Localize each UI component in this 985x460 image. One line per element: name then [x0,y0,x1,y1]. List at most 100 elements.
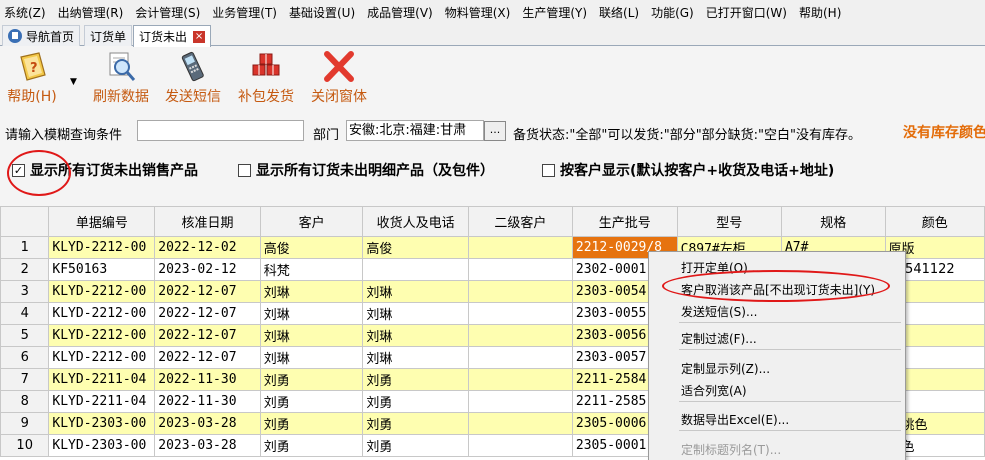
menu-open-windows[interactable]: 已打开窗口(W) [706,4,787,21]
table-cell[interactable]: 刘勇 [362,390,469,413]
context-menu: 打开定单(O)... 客户取消该产品[不出现订货未出](Y) 发送短信(S)..… [648,251,906,460]
table-cell[interactable]: 刘琳 [259,280,364,303]
by-customer-checkbox[interactable]: 按客户显示(默认按客户+收货及电话+地址) [542,160,834,180]
no-stock-color-text: 没有库存颜色 [903,125,985,141]
show-all-detail-checkbox[interactable]: 显示所有订货未出明细产品（及包件） [238,160,494,180]
table-cell[interactable] [467,302,573,325]
table-cell[interactable]: 2023-03-28 [154,412,261,435]
table-cell[interactable]: 刘琳 [259,346,364,369]
col-header[interactable]: 单据编号 [48,206,156,237]
table-cell[interactable]: 2023-02-12 [154,258,261,281]
table-cell[interactable] [467,434,573,457]
col-header[interactable]: 收货人及电话 [362,206,469,237]
close-tab-icon[interactable]: × [193,30,206,43]
table-cell[interactable] [467,280,573,303]
table-cell[interactable]: 刘勇 [259,390,364,413]
col-header[interactable]: 规格 [780,206,886,237]
table-cell[interactable] [467,258,573,281]
menu-cashier[interactable]: 出纳管理(R) [58,4,124,21]
send-sms-button[interactable]: 发送短信 [160,51,226,106]
col-header[interactable]: 型号 [676,206,782,237]
table-cell[interactable]: 2022-12-07 [154,280,261,303]
checkbox-box[interactable]: ✓ [12,163,25,177]
tab-home[interactable]: 导航首页 [2,25,81,46]
table-cell[interactable] [467,368,573,391]
table-cell[interactable]: KLYD-2212-00 [48,324,156,347]
table-cell[interactable]: 刘琳 [362,302,469,325]
table-cell[interactable]: KLYD-2212-00 [48,280,156,303]
ctx-customer-cancel-product[interactable]: 客户取消该产品[不出现订货未出](Y) [681,281,875,298]
col-header[interactable]: 二级客户 [467,206,573,237]
table-cell[interactable]: 刘勇 [362,434,469,457]
dept-input[interactable]: 安徽:北京:福建:甘肃 [346,120,484,141]
ctx-custom-filter[interactable]: 定制过滤(F)... [681,330,757,347]
menu-product[interactable]: 成品管理(V) [367,4,433,21]
table-cell[interactable]: 刘琳 [259,302,364,325]
table-cell[interactable] [467,390,573,413]
table-cell[interactable] [467,236,573,259]
menu-basic-settings[interactable]: 基础设置(U) [289,4,355,21]
table-cell[interactable]: 2023-03-28 [154,434,261,457]
table-cell[interactable]: 2022-12-07 [154,346,261,369]
close-window-button[interactable]: 关闭窗体 [306,51,372,106]
table-cell[interactable]: KLYD-2211-04 [48,390,156,413]
help-button[interactable]: ? 帮助(H) [4,51,60,106]
table-cell[interactable]: KLYD-2303-00 [48,434,156,457]
col-header[interactable]: 颜色 [884,206,985,237]
col-header[interactable]: 客户 [259,206,364,237]
table-cell[interactable]: 刘勇 [362,412,469,435]
table-cell[interactable]: KLYD-2212-00 [48,302,156,325]
table-cell[interactable]: 刘琳 [259,324,364,347]
ctx-open-order[interactable]: 打开定单(O)... [681,259,759,276]
table-cell[interactable]: 刘琳 [362,280,469,303]
menu-contact[interactable]: 联络(L) [599,4,639,21]
checkbox-box[interactable] [542,163,555,177]
table-cell[interactable] [467,346,573,369]
table-cell[interactable]: 刘勇 [259,368,364,391]
query-input[interactable] [137,120,304,141]
table-cell[interactable]: 高俊 [259,236,364,259]
table-cell[interactable]: 科梵 [259,258,364,281]
ctx-custom-columns[interactable]: 定制显示列(Z)... [681,360,770,377]
table-cell[interactable] [467,412,573,435]
table-cell[interactable]: 2022-11-30 [154,368,261,391]
dept-picker-button[interactable]: ... [484,121,506,141]
tab-unshipped-orders[interactable]: 订货未出 × [133,25,212,47]
ctx-export-excel[interactable]: 数据导出Excel(E)... [681,411,789,428]
table-cell[interactable] [467,324,573,347]
table-cell[interactable]: 2022-12-07 [154,302,261,325]
ctx-fit-column-width[interactable]: 适合列宽(A) [681,382,747,399]
table-cell[interactable]: KLYD-2212-00 [48,346,156,369]
menu-help[interactable]: 帮助(H) [799,4,841,21]
menu-accounting[interactable]: 会计管理(S) [135,4,200,21]
table-cell[interactable]: KLYD-2211-04 [48,368,156,391]
col-header[interactable]: 生产批号 [571,206,678,237]
col-header[interactable]: 核准日期 [154,206,261,237]
table-cell[interactable]: KLYD-2212-00 [48,236,156,259]
tab-orders[interactable]: 订货单 [84,25,133,46]
table-cell[interactable]: 刘勇 [362,368,469,391]
table-cell[interactable]: KF50163 [48,258,156,281]
table-cell[interactable] [362,258,469,281]
table-cell[interactable]: 刘勇 [259,434,364,457]
menu-material[interactable]: 物料管理(X) [445,4,511,21]
refresh-button[interactable]: 刷新数据 [88,51,154,106]
table-cell[interactable]: 高俊 [362,236,469,259]
close-window-label: 关闭窗体 [311,89,367,105]
table-cell[interactable]: 刘琳 [362,346,469,369]
checkbox-box[interactable] [238,163,251,177]
table-cell[interactable]: 刘琳 [362,324,469,347]
table-cell[interactable]: KLYD-2303-00 [48,412,156,435]
menu-system[interactable]: 系统(Z) [4,4,46,21]
ctx-send-sms[interactable]: 发送短信(S)... [681,303,757,320]
table-cell[interactable]: 2022-12-07 [154,324,261,347]
table-cell[interactable]: 2022-12-02 [154,236,261,259]
menu-production[interactable]: 生产管理(Y) [522,4,587,21]
table-cell[interactable]: 刘勇 [259,412,364,435]
menu-business[interactable]: 业务管理(T) [212,4,277,21]
restock-ship-button[interactable]: 补包发货 [233,51,299,106]
table-cell[interactable]: 2022-11-30 [154,390,261,413]
menu-function[interactable]: 功能(G) [651,4,694,21]
help-dropdown-caret-icon[interactable]: ▼ [70,77,77,87]
show-all-sales-checkbox[interactable]: ✓ 显示所有订货未出销售产品 [12,160,198,180]
